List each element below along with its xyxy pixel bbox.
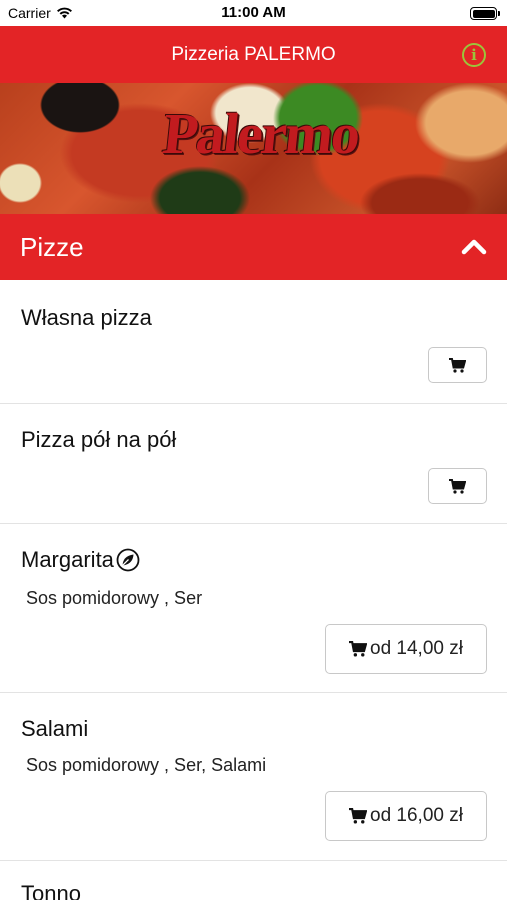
- price-label: od 16,00 zł: [370, 805, 463, 826]
- add-to-cart-button[interactable]: [428, 347, 487, 383]
- item-description: Sos pomidorowy , Ser: [26, 588, 203, 608]
- menu-item-salami[interactable]: Salami Sos pomidorowy , Ser, Salami od 1…: [0, 693, 507, 861]
- item-name: Salami: [21, 716, 88, 742]
- vegetarian-leaf-icon: [116, 548, 140, 572]
- menu-item-margarita[interactable]: Margarita Sos pomidorowy , Ser od 14,00 …: [0, 524, 507, 693]
- item-name-text: Własna pizza: [21, 305, 152, 330]
- item-name-text: Salami: [21, 716, 89, 741]
- add-to-cart-button[interactable]: [428, 468, 487, 504]
- item-name: Tonno: [21, 881, 81, 900]
- status-bar: Carrier 11:00 AM: [0, 0, 507, 26]
- category-title: Pizze: [20, 232, 84, 262]
- menu-item-tonno[interactable]: Tonno: [0, 861, 507, 900]
- chevron-up-icon: [461, 239, 487, 255]
- category-header-pizze[interactable]: Pizze: [0, 214, 507, 280]
- menu-item-pizza-pol-na-pol[interactable]: Pizza pół na pół: [0, 404, 507, 524]
- page-title: Pizzeria PALERMO: [171, 44, 336, 65]
- restaurant-logo: Palermo: [159, 101, 362, 166]
- item-name-text: Tonno: [21, 881, 81, 900]
- header-banner-image: Palermo: [0, 83, 507, 214]
- info-button[interactable]: i: [462, 43, 486, 67]
- cart-icon: [449, 478, 466, 494]
- item-name-text: Pizza pół na pół: [21, 427, 177, 452]
- item-name: Margarita: [21, 547, 140, 573]
- cart-icon: [349, 641, 368, 657]
- status-time: 11:00 AM: [221, 4, 286, 21]
- price-label: od 14,00 zł: [370, 638, 463, 659]
- cart-icon: [449, 357, 466, 373]
- navigation-bar: Pizzeria PALERMO i: [0, 26, 507, 83]
- menu-item-wlasna-pizza[interactable]: Własna pizza: [0, 281, 507, 404]
- item-name-text: Margarita: [21, 547, 114, 572]
- add-to-cart-price-button[interactable]: od 14,00 zł: [325, 624, 487, 674]
- battery-icon: [470, 7, 500, 20]
- info-icon: i: [471, 46, 477, 64]
- item-description: Sos pomidorowy , Ser, Salami: [26, 755, 267, 775]
- add-to-cart-price-button[interactable]: od 16,00 zł: [325, 791, 487, 841]
- cart-icon: [349, 808, 368, 824]
- item-name: Własna pizza: [21, 305, 152, 331]
- item-name: Pizza pół na pół: [21, 427, 176, 453]
